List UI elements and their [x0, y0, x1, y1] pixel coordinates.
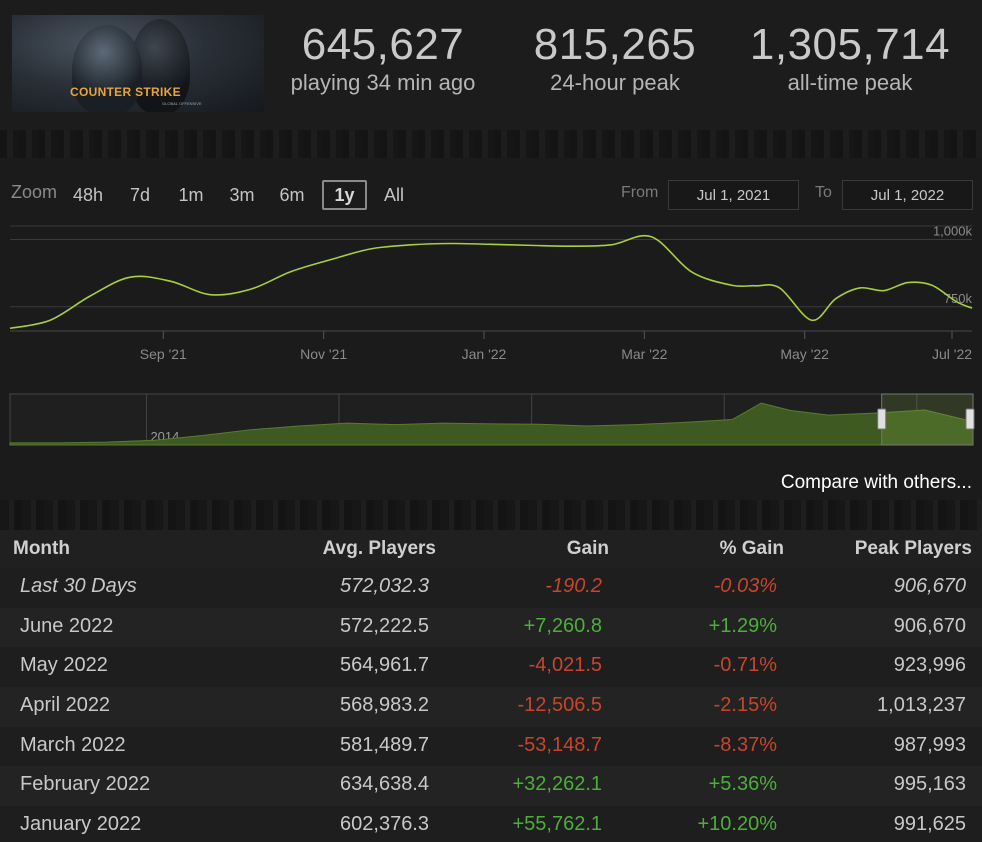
- navigator-selection[interactable]: [881, 393, 974, 446]
- month-cell: January 2022: [20, 813, 142, 836]
- range-from-input[interactable]: [668, 180, 799, 210]
- peak-players-cell: 987,993: [893, 733, 966, 756]
- x-tick-label: Mar '22: [621, 346, 667, 362]
- y-tick-label: 750k: [944, 291, 973, 306]
- game-logo-text: COUNTER STRIKE: [70, 85, 181, 99]
- peak-players-cell: 923,996: [893, 654, 966, 677]
- column-header-month[interactable]: Month: [13, 538, 70, 560]
- x-tick-label: Sep '21: [140, 346, 187, 362]
- zoom-7d-button[interactable]: 7d: [122, 180, 158, 210]
- table-row: Last 30 Days 572,032.3 -190.2 -0.03% 906,670: [0, 568, 982, 608]
- peak-players-cell: 995,163: [893, 773, 966, 796]
- zoom-6m-button[interactable]: 6m: [273, 180, 311, 210]
- column-header-gain[interactable]: Gain: [567, 538, 609, 560]
- y-tick-label: 1,000k: [933, 223, 973, 238]
- gain-cell: -190.2: [545, 575, 602, 597]
- peak-24h-stat: 815,265 24-hour peak: [520, 20, 710, 96]
- avg-players-cell: 568,983.2: [340, 694, 429, 717]
- column-header-avg-players[interactable]: Avg. Players: [323, 538, 436, 560]
- table-row: January 2022 602,376.3 +55,762.1 +10.20% 991…: [0, 806, 982, 842]
- month-cell: March 2022: [20, 733, 126, 756]
- game-logo-subtext: GLOBAL OFFENSIVE: [162, 101, 202, 106]
- zoom-48h-button[interactable]: 48h: [66, 180, 110, 210]
- pct-gain-cell: -8.37%: [713, 733, 777, 756]
- pct-gain-cell: +1.29%: [708, 614, 777, 637]
- navigator-left-handle[interactable]: [877, 408, 887, 430]
- pct-gain-cell: +5.36%: [708, 773, 777, 796]
- divider-band-lower: [0, 500, 982, 530]
- avg-players-cell: 564,961.7: [340, 654, 429, 677]
- peak-players-cell: 906,670: [893, 575, 966, 597]
- zoom-3m-button[interactable]: 3m: [223, 180, 261, 210]
- month-cell: April 2022: [20, 694, 111, 717]
- all-time-peak-value: 1,305,714: [749, 20, 951, 69]
- game-capsule-image[interactable]: COUNTER STRIKE GLOBAL OFFENSIVE: [12, 15, 264, 112]
- current-players-stat: 645,627 playing 34 min ago: [283, 20, 483, 96]
- avg-players-cell: 634,638.4: [340, 773, 429, 796]
- month-cell: February 2022: [20, 773, 151, 796]
- month-cell: May 2022: [20, 654, 108, 677]
- peak-players-cell: 1,013,237: [877, 694, 966, 717]
- range-to-label: To: [815, 184, 832, 201]
- gain-cell: +7,260.8: [523, 614, 602, 637]
- gain-cell: +32,262.1: [512, 773, 602, 796]
- current-players-value: 645,627: [301, 20, 465, 69]
- gain-cell: -4,021.5: [528, 654, 602, 677]
- monthly-stats-table: Month Avg. Players Gain % Gain Peak Play…: [0, 530, 982, 842]
- table-row: February 2022 634,638.4 +32,262.1 +5.36% 995…: [0, 766, 982, 807]
- range-from-label: From: [621, 184, 659, 201]
- pct-gain-cell: -0.71%: [713, 654, 777, 677]
- pct-gain-cell: -0.03%: [713, 575, 777, 597]
- all-time-peak-label: all-time peak: [787, 70, 913, 95]
- all-time-peak-stat: 1,305,714 all-time peak: [740, 20, 960, 96]
- column-header-peak-players[interactable]: Peak Players: [855, 538, 972, 560]
- x-tick-label: Nov '21: [300, 346, 347, 362]
- main-line-chart[interactable]: 750k 1,000k Sep '21 Nov '21 Jan '22 Mar '22 Ma…: [0, 220, 982, 370]
- zoom-label: Zoom: [11, 182, 58, 202]
- zoom-1y-button[interactable]: 1y: [322, 180, 367, 210]
- table-row: June 2022 572,222.5 +7,260.8 +1.29% 906,670: [0, 607, 982, 648]
- column-header-pct-gain[interactable]: % Gain: [720, 538, 784, 560]
- gain-cell: -53,148.7: [517, 733, 602, 756]
- compare-with-others-link[interactable]: Compare with others...: [781, 472, 972, 494]
- player-chart-panel: Zoom 48h 7d 1m 3m 6m 1y All From To 750k…: [0, 158, 982, 500]
- avg-players-cell: 572,222.5: [340, 614, 429, 637]
- pct-gain-cell: -2.15%: [713, 694, 777, 717]
- avg-players-cell: 572,032.3: [340, 575, 429, 597]
- zoom-all-button[interactable]: All: [378, 180, 410, 210]
- game-header: COUNTER STRIKE GLOBAL OFFENSIVE 645,627 …: [0, 0, 982, 130]
- player-count-line: [9, 234, 973, 330]
- gain-cell: -12,506.5: [517, 694, 602, 717]
- peak-players-cell: 991,625: [893, 813, 966, 836]
- divider-band: [0, 130, 982, 158]
- x-tick-label: Jan '22: [462, 346, 507, 362]
- month-cell: Last 30 Days: [20, 575, 137, 597]
- peak-players-cell: 906,670: [893, 614, 966, 637]
- avg-players-cell: 581,489.7: [340, 733, 429, 756]
- table-row: March 2022 581,489.7 -53,148.7 -8.37% 987,99…: [0, 726, 982, 767]
- navigator-chart[interactable]: 20142016201820202022: [0, 392, 982, 448]
- month-cell: June 2022: [20, 614, 114, 637]
- table-body: Last 30 Days 572,032.3 -190.2 -0.03% 906,670…: [0, 568, 982, 842]
- avg-players-cell: 602,376.3: [340, 813, 429, 836]
- table-header: Month Avg. Players Gain % Gain Peak Play…: [0, 530, 982, 568]
- pct-gain-cell: +10.20%: [697, 813, 777, 836]
- zoom-toolbar: Zoom 48h 7d 1m 3m 6m 1y All From To: [0, 180, 982, 212]
- table-row: April 2022 568,983.2 -12,506.5 -2.15% 1,013,…: [0, 687, 982, 727]
- current-players-label: playing 34 min ago: [290, 70, 476, 95]
- range-to-input[interactable]: [842, 180, 973, 210]
- table-row: May 2022 564,961.7 -4,021.5 -0.71% 923,996: [0, 647, 982, 688]
- zoom-1m-button[interactable]: 1m: [172, 180, 210, 210]
- peak-24h-label: 24-hour peak: [550, 70, 680, 95]
- x-tick-label: Jul '22: [932, 346, 972, 362]
- peak-24h-value: 815,265: [533, 20, 697, 69]
- navigator-right-handle[interactable]: [965, 408, 975, 430]
- x-tick-label: May '22: [780, 346, 829, 362]
- gain-cell: +55,762.1: [512, 813, 602, 836]
